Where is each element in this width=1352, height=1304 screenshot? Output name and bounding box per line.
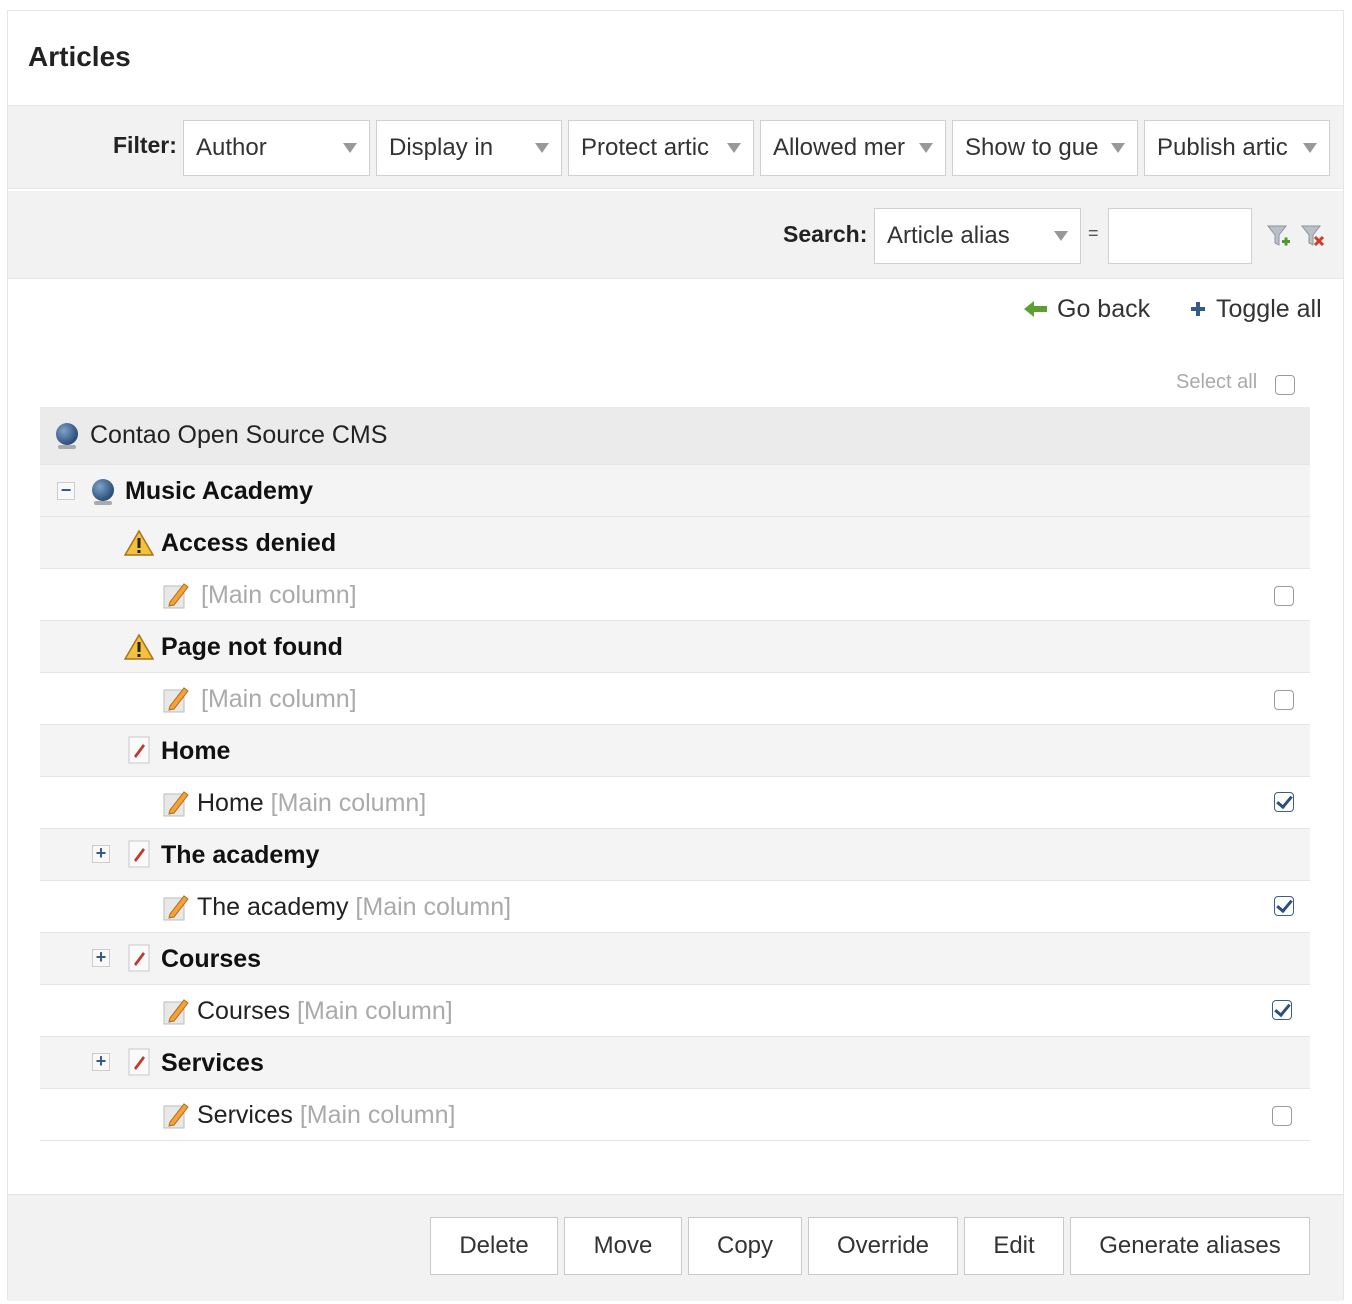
action-footer: Delete Move Copy Override Edit Generate … <box>8 1194 1343 1301</box>
plus-icon <box>1191 302 1205 316</box>
filter-publish-select[interactable]: Publish artic <box>1144 120 1330 176</box>
tree-article-row[interactable]: [Main column] <box>40 569 1310 621</box>
generate-aliases-button[interactable]: Generate aliases <box>1070 1217 1310 1275</box>
filter-bar: Filter: Author Display in Protect artic … <box>8 105 1343 189</box>
chevron-down-icon <box>535 143 549 153</box>
filter-protect-select[interactable]: Protect artic <box>568 120 754 176</box>
edit-button[interactable]: Edit <box>964 1217 1064 1275</box>
page-icon <box>128 1048 150 1076</box>
tree-article-row[interactable]: Home [Main column] <box>40 777 1310 829</box>
article-checkbox[interactable] <box>1274 896 1294 916</box>
article-icon <box>163 895 189 921</box>
expand-icon[interactable]: + <box>92 948 110 967</box>
page-icon <box>128 840 150 868</box>
page-icon <box>128 944 150 972</box>
filter-label: Filter: <box>113 132 177 158</box>
articles-panel: Articles Filter: Author Display in Prote… <box>7 10 1344 1301</box>
collapse-icon[interactable]: − <box>57 481 75 500</box>
globe-icon <box>92 479 114 505</box>
toggle-all-link[interactable]: Toggle all <box>1188 295 1322 324</box>
chevron-down-icon <box>1111 143 1125 153</box>
search-field-select[interactable]: Article alias <box>874 208 1081 264</box>
article-icon <box>163 583 189 609</box>
tree-article-row[interactable]: Courses [Main column] <box>40 985 1310 1037</box>
tree-page-row: + The academy <box>40 829 1310 881</box>
article-icon <box>163 687 189 713</box>
article-icon <box>163 1103 189 1129</box>
warning-icon <box>124 529 154 556</box>
search-bar: Search: Article alias = <box>8 191 1343 279</box>
article-checkbox[interactable] <box>1274 792 1294 812</box>
apply-filter-icon[interactable] <box>1266 223 1292 251</box>
warning-icon <box>124 633 154 660</box>
search-label: Search: <box>783 221 868 247</box>
tree-page-row: Page not found <box>40 621 1310 673</box>
article-icon <box>163 791 189 817</box>
chevron-down-icon <box>343 143 357 153</box>
search-input[interactable] <box>1108 208 1252 264</box>
filter-author-select[interactable]: Author <box>183 120 370 176</box>
filter-allowed-select[interactable]: Allowed mer <box>760 120 946 176</box>
filter-display-select[interactable]: Display in <box>376 120 562 176</box>
override-button[interactable]: Override <box>808 1217 958 1275</box>
chevron-down-icon <box>1054 231 1068 241</box>
tree-article-row[interactable]: Services [Main column] <box>40 1089 1310 1141</box>
globe-icon <box>56 423 78 449</box>
tree-page-row: Home <box>40 725 1310 777</box>
tree-page-row: Access denied <box>40 517 1310 569</box>
search-operator: = <box>1088 223 1099 243</box>
copy-button[interactable]: Copy <box>688 1217 802 1275</box>
article-checkbox[interactable] <box>1274 586 1294 606</box>
expand-icon[interactable]: + <box>92 1052 110 1071</box>
article-icon <box>163 999 189 1025</box>
tree-article-row[interactable]: [Main column] <box>40 673 1310 725</box>
expand-icon[interactable]: + <box>92 844 110 863</box>
move-button[interactable]: Move <box>564 1217 682 1275</box>
delete-button[interactable]: Delete <box>430 1217 558 1275</box>
tree-page-row: + Services <box>40 1037 1310 1089</box>
chevron-down-icon <box>919 143 933 153</box>
tree-page-row: + Courses <box>40 933 1310 985</box>
select-all-label: Select all <box>1176 371 1258 393</box>
tree-article-row[interactable]: The academy [Main column] <box>40 881 1310 933</box>
tree-site-row: − Music Academy <box>40 465 1310 517</box>
reset-filter-icon[interactable] <box>1300 223 1326 251</box>
filter-show-guests-select[interactable]: Show to gue <box>952 120 1138 176</box>
chevron-down-icon <box>1303 143 1317 153</box>
article-checkbox[interactable] <box>1274 690 1294 710</box>
page-title: Articles <box>28 41 131 72</box>
go-back-link[interactable]: Go back <box>1023 295 1150 324</box>
chevron-down-icon <box>727 143 741 153</box>
select-all-checkbox[interactable] <box>1275 375 1295 395</box>
article-checkbox[interactable] <box>1272 1000 1292 1020</box>
back-arrow-icon <box>1024 301 1047 317</box>
article-checkbox[interactable] <box>1272 1106 1292 1126</box>
page-icon <box>128 736 150 764</box>
tree-root-row: Contao Open Source CMS <box>40 407 1310 465</box>
